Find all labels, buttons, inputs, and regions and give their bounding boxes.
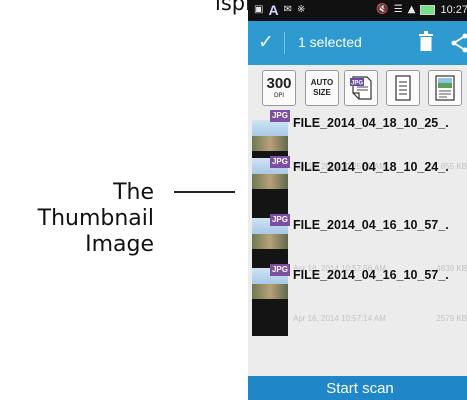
resolution-unit: DPI — [273, 92, 284, 99]
signal-icon: ▲ — [407, 4, 416, 15]
status-time: 10:27 — [440, 4, 467, 16]
file-size: 2579 KB — [436, 314, 467, 323]
color-image-icon — [435, 75, 455, 101]
annotation-pointer-line — [174, 191, 235, 193]
resolution-button[interactable]: 300 DPI — [262, 70, 296, 106]
wifi-icon: ☰ — [393, 4, 403, 15]
file-meta: Apr 16, 2014 10:57:14 AM 2579 KB — [293, 314, 467, 323]
file-name: FILE_2014_04_18_10_25_. — [293, 116, 449, 130]
image-notification-icon: ▣ — [254, 4, 264, 15]
file-thumbnail — [252, 268, 288, 336]
jpg-badge: JPG — [270, 214, 290, 226]
annotation-line: Image — [85, 232, 154, 257]
page-layout-button[interactable] — [386, 70, 420, 106]
usb-notification-icon: ※ — [296, 4, 306, 15]
status-bar: ▣ A ✉ ※ 🔇 ☰ ▲ 10:27 — [248, 0, 467, 21]
jpg-badge: JPG — [270, 110, 290, 122]
phone-screen: ▣ A ✉ ※ 🔇 ☰ ▲ 10:27 ✓ 1 selected 300 DPI… — [248, 0, 467, 400]
file-name: FILE_2014_04_18_10_24_. — [293, 160, 449, 174]
annotation-line: Thumbnail — [37, 206, 154, 231]
jpg-badge: JPG — [270, 264, 290, 276]
document-icon — [395, 75, 411, 101]
scan-settings-toolbar: 300 DPI AUTO SIZE JPG — [248, 65, 467, 111]
mail-notification-icon: ✉ — [283, 4, 292, 15]
action-bar: ✓ 1 selected — [248, 21, 467, 65]
auto-size-label: AUTO SIZE — [310, 78, 334, 97]
start-scan-button[interactable]: Start scan — [248, 376, 467, 400]
auto-size-button[interactable]: AUTO SIZE — [305, 70, 339, 106]
annotation-line: The — [113, 180, 154, 205]
selection-count: 1 selected — [298, 34, 362, 50]
mute-icon: 🔇 — [376, 4, 389, 15]
file-date: Apr 16, 2014 10:57:14 AM — [293, 314, 386, 323]
action-bar-divider — [284, 32, 285, 54]
thumbnail-annotation: The Thumbnail Image — [0, 180, 154, 258]
jpg-icon-label: JPG — [351, 81, 363, 87]
app-notification-icon: A — [268, 2, 279, 18]
resolution-value: 300 — [266, 75, 292, 92]
done-check-icon[interactable]: ✓ — [258, 31, 274, 53]
file-list-item[interactable]: JPG FILE_2014_04_16_10_57_. Apr 16, 2014… — [248, 256, 467, 336]
battery-icon — [420, 5, 436, 15]
file-name: FILE_2014_04_16_10_57_. — [293, 218, 449, 232]
share-icon[interactable] — [450, 32, 467, 54]
color-mode-button[interactable] — [428, 70, 462, 106]
delete-icon[interactable] — [419, 31, 433, 53]
jpg-badge: JPG — [270, 156, 290, 168]
file-name: FILE_2014_04_16_10_57_. — [293, 268, 449, 282]
file-format-button[interactable]: JPG — [344, 70, 378, 106]
jpg-file-format-icon: JPG — [350, 76, 372, 100]
